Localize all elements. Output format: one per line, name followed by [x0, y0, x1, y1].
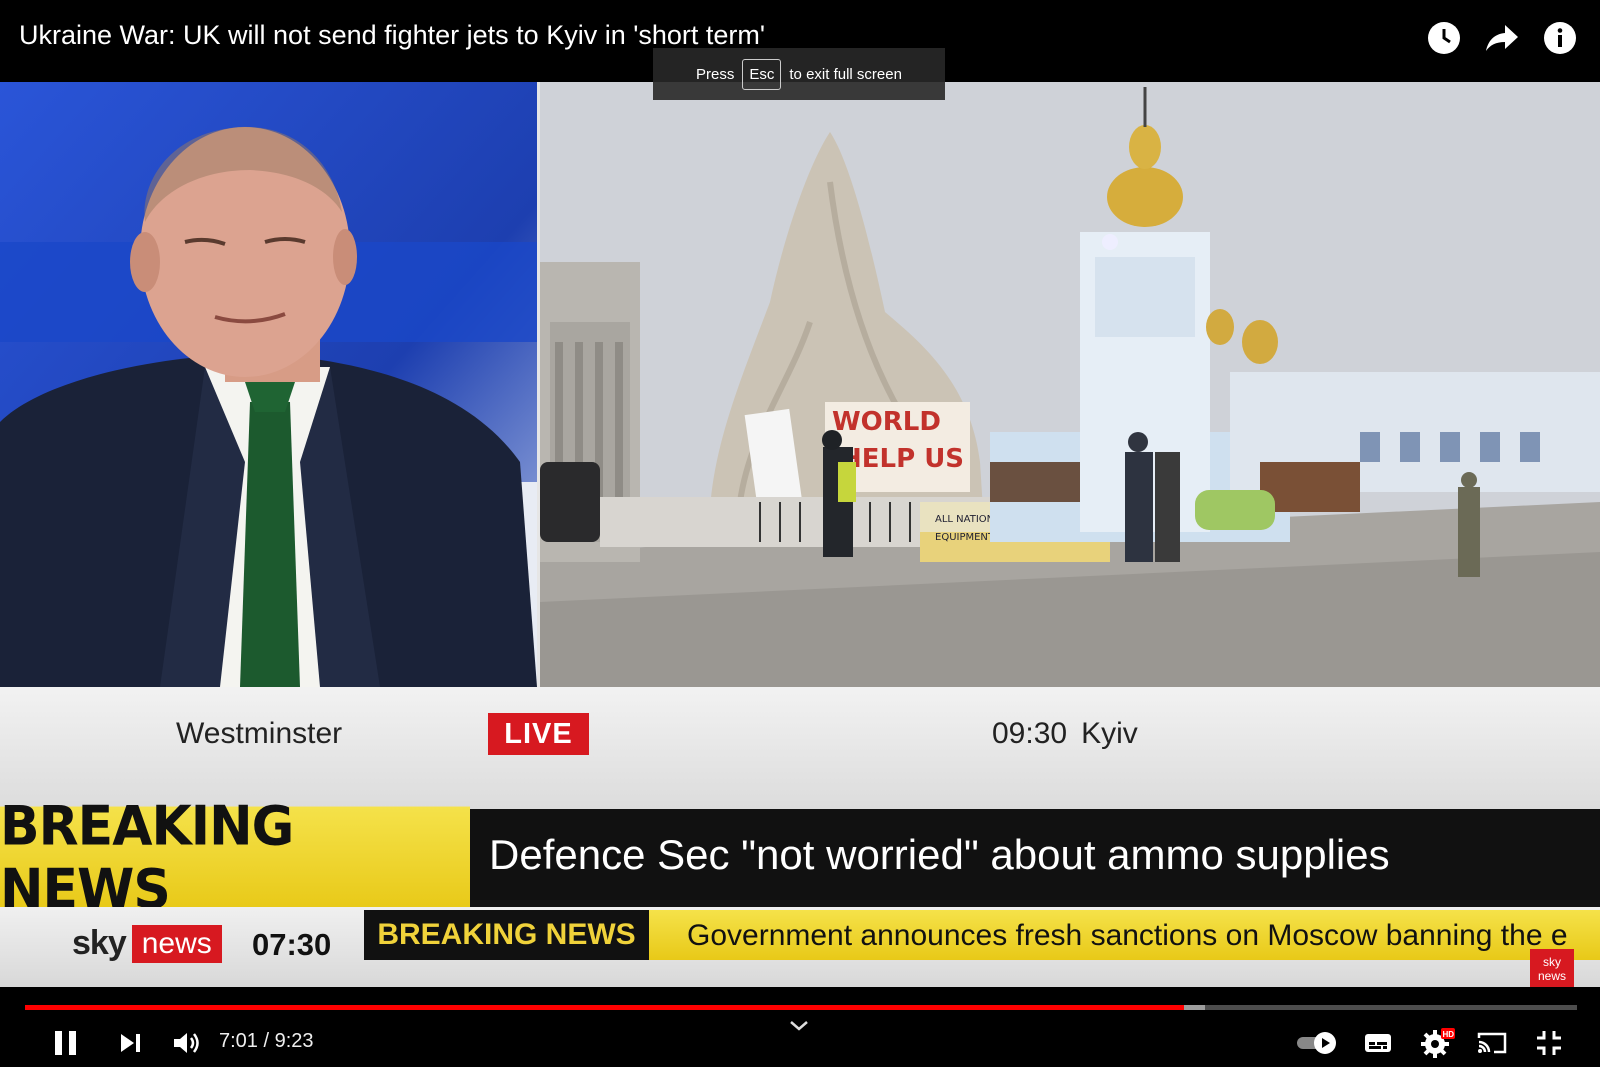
- settings-button[interactable]: HD: [1418, 1025, 1458, 1061]
- kyiv-time: 09:30: [992, 717, 1068, 750]
- next-icon: [121, 1034, 140, 1052]
- clock-icon[interactable]: [1426, 20, 1462, 56]
- ticker-label: BREAKING NEWS: [364, 910, 649, 960]
- cast-button[interactable]: [1474, 1025, 1510, 1061]
- sky-word: sky: [72, 924, 127, 962]
- video-title[interactable]: Ukraine War: UK will not send fighter je…: [19, 20, 765, 51]
- ticker-time: 07:30: [252, 927, 332, 962]
- share-icon[interactable]: [1484, 20, 1520, 56]
- volume-icon: [174, 1033, 199, 1053]
- pause-icon: [55, 1031, 76, 1055]
- time-display: 7:01 / 9:23: [219, 1030, 314, 1052]
- ticker-bar: sky news 07:30 BREAKING NEWS Government …: [0, 907, 1600, 987]
- exit-fullscreen-button[interactable]: [1532, 1025, 1566, 1061]
- settings-icon: HD: [1421, 1028, 1455, 1058]
- pause-button[interactable]: [48, 1025, 84, 1061]
- subtitles-icon: [1365, 1034, 1391, 1052]
- headline: Defence Sec "not worried" about ammo sup…: [489, 831, 1390, 878]
- kyiv-scene-panel: WORLD HELP US ALL NATIONS WE NEED YOUR M…: [540, 82, 1600, 687]
- info-icon[interactable]: [1542, 20, 1578, 56]
- next-button[interactable]: [112, 1025, 148, 1061]
- progress-played: [25, 1005, 1185, 1010]
- cast-icon: [1477, 1032, 1507, 1054]
- video-frame[interactable]: WORLD HELP US ALL NATIONS WE NEED YOUR M…: [0, 82, 1600, 987]
- sky-news-logo: sky news: [72, 924, 222, 963]
- volume-button[interactable]: [168, 1025, 204, 1061]
- hd-badge: HD: [1443, 1030, 1455, 1039]
- live-badge: LIVE: [488, 713, 589, 755]
- exit-fullscreen-icon: [1537, 1031, 1561, 1055]
- studio-panel: [0, 82, 537, 687]
- top-icons: [1426, 20, 1578, 56]
- corner-sky: sky: [1543, 955, 1561, 969]
- player-controls: 7:01 / 9:23 HD: [0, 987, 1600, 1067]
- chevron-down-button[interactable]: [788, 1019, 810, 1038]
- fullscreen-toast: Press Esc to exit full screen: [653, 48, 945, 100]
- location-strap: Westminster LIVE 09:30 Kyiv: [0, 687, 1600, 809]
- kyiv-label: Kyiv: [1081, 717, 1138, 750]
- kyiv-scene-image: WORLD HELP US ALL NATIONS WE NEED YOUR M…: [540, 82, 1600, 687]
- autoplay-toggle[interactable]: [1294, 1025, 1340, 1061]
- news-word: news: [131, 924, 222, 963]
- scene-banner-text: WORLD: [832, 407, 941, 437]
- ticker-text-band: Government announces fresh sanctions on …: [649, 910, 1600, 960]
- studio-guest-image: [0, 82, 537, 687]
- corner-logo: sky news: [1530, 949, 1574, 987]
- location-right: 09:30 Kyiv: [992, 717, 1138, 751]
- toast-press: Press: [696, 65, 735, 83]
- location-left: Westminster: [176, 717, 343, 750]
- toast-suffix: to exit full screen: [789, 65, 902, 83]
- subtitles-button[interactable]: [1362, 1025, 1394, 1061]
- progress-bar[interactable]: [25, 1005, 1577, 1010]
- corner-news: news: [1537, 969, 1566, 983]
- chevron-down-icon: [790, 1021, 808, 1031]
- autoplay-icon: [1297, 1032, 1336, 1054]
- ticker-text: Government announces fresh sanctions on …: [687, 919, 1568, 952]
- breaking-news-label: BREAKING NEWS: [0, 795, 470, 921]
- esc-key: Esc: [742, 58, 782, 90]
- breaking-news-bar: BREAKING NEWS Defence Sec "not worried" …: [0, 795, 1600, 921]
- svg-text:HELP US: HELP US: [840, 444, 964, 474]
